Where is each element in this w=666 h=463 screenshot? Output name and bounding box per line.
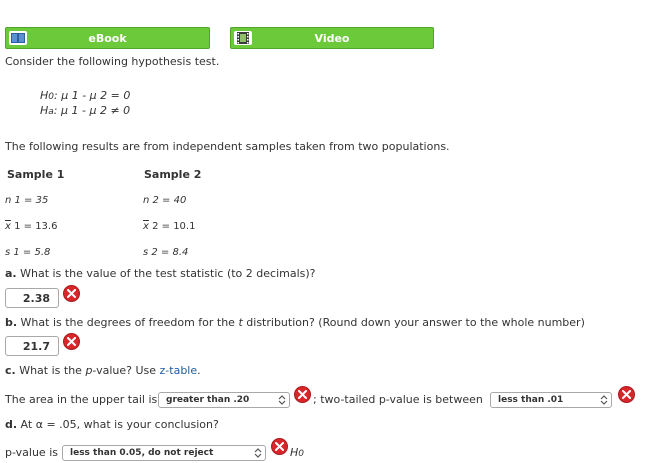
question-c: c. What is the p-value? Use z-table. [5, 364, 201, 377]
two-tailed-label: ; two-tailed p-value is between [313, 393, 483, 406]
incorrect-icon [618, 386, 635, 403]
conclusion-label: p-value is [5, 446, 58, 459]
upper-tail-label: The area in the upper tail is [5, 393, 158, 406]
question-b: b. What is the degrees of freedom for th… [5, 316, 585, 329]
sample2-header: Sample 2 [144, 168, 202, 181]
alternative-hypothesis: Ha: μ 1 - μ 2 ≠ 0 [40, 104, 131, 117]
conclusion-select[interactable]: less than 0.05, do not reject [62, 445, 266, 461]
intro-text: Consider the following hypothesis test. [5, 55, 220, 68]
null-hypothesis: H0: μ 1 - μ 2 = 0 [40, 89, 131, 102]
two-tailed-select[interactable]: less than .01 [490, 392, 612, 408]
sample2-sd: s 2 = 8.4 [143, 247, 189, 258]
select-arrows-icon [254, 448, 262, 458]
question-a: a. What is the value of the test statist… [5, 267, 316, 280]
ebook-label: eBook [88, 32, 127, 45]
sample1-header: Sample 1 [7, 168, 65, 181]
sample1-mean: x 1 = 13.6 [5, 221, 58, 232]
ebook-button[interactable]: eBook [5, 27, 210, 49]
video-button[interactable]: Video [230, 27, 434, 49]
sample2-mean: x 2 = 10.1 [143, 221, 196, 232]
select-arrows-icon [278, 395, 286, 405]
incorrect-icon [63, 285, 80, 302]
sample1-n: n 1 = 35 [5, 195, 49, 206]
sample1-sd: s 1 = 5.8 [5, 247, 51, 258]
select-arrows-icon [600, 395, 608, 405]
degrees-freedom-input[interactable]: 21.7 [5, 336, 59, 356]
test-statistic-input[interactable]: 2.38 [5, 288, 59, 308]
incorrect-icon [294, 386, 311, 403]
question-d: d. At α = .05, what is your conclusion? [5, 418, 219, 431]
sample2-n: n 2 = 40 [143, 195, 187, 206]
conclusion-hypothesis: H0 [290, 446, 305, 459]
z-table-link[interactable]: z-table [160, 364, 198, 377]
results-intro: The following results are from independe… [5, 140, 450, 153]
upper-tail-select[interactable]: greater than .20 [158, 392, 290, 408]
video-label: Video [314, 32, 350, 45]
incorrect-icon [63, 333, 80, 350]
incorrect-icon [271, 438, 288, 455]
